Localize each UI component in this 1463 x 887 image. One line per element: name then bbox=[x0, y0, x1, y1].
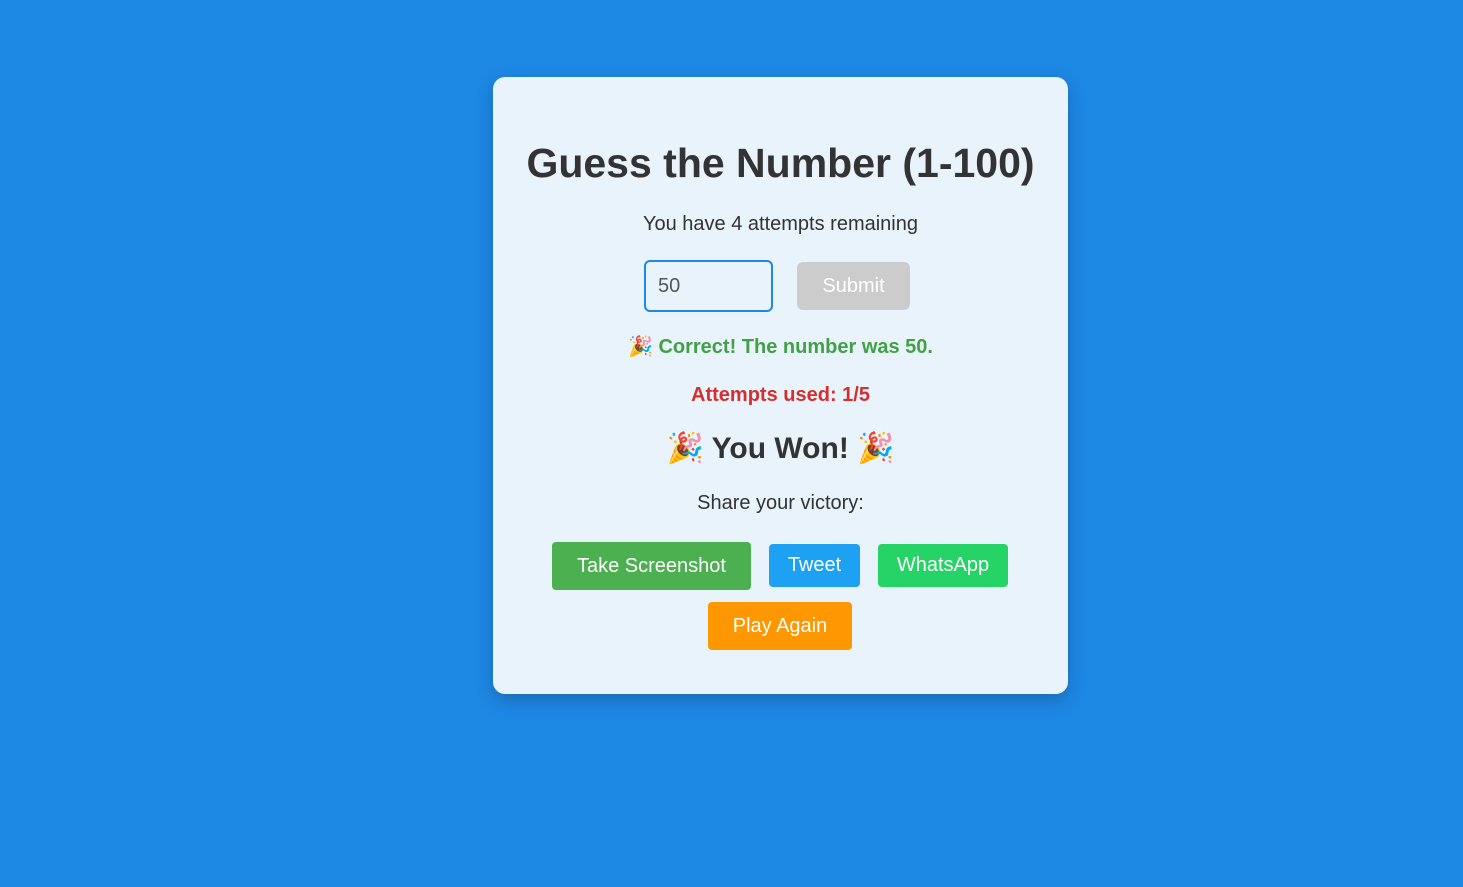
page-title: Guess the Number (1-100) bbox=[526, 140, 1035, 186]
take-screenshot-button[interactable]: Take Screenshot bbox=[552, 542, 751, 590]
game-card: Guess the Number (1-100) You have 4 atte… bbox=[493, 77, 1068, 694]
share-label: Share your victory: bbox=[697, 492, 864, 514]
whatsapp-button[interactable]: WhatsApp bbox=[878, 544, 1008, 587]
guess-input[interactable] bbox=[644, 260, 773, 312]
guess-form: Submit bbox=[493, 260, 1068, 312]
tweet-button[interactable]: Tweet bbox=[769, 544, 860, 587]
won-heading: 🎉 You Won! 🎉 bbox=[666, 432, 895, 465]
result-message: 🎉 Correct! The number was 50. bbox=[628, 336, 933, 358]
attempts-used-text: Attempts used: 1/5 bbox=[691, 384, 870, 406]
attempts-remaining-text: You have 4 attempts remaining bbox=[643, 213, 918, 235]
play-again-button[interactable]: Play Again bbox=[708, 602, 852, 650]
submit-button[interactable]: Submit bbox=[797, 262, 910, 310]
